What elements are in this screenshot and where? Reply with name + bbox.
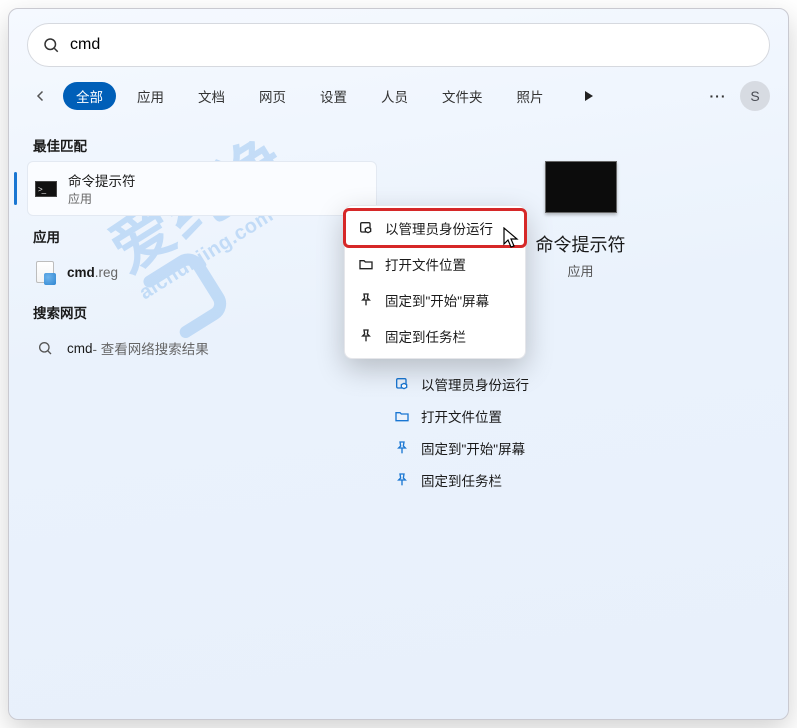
results-panel: 最佳匹配 命令提示符 应用 应用 cmd.reg 搜索网页 [9, 119, 379, 711]
ctx-pin-start[interactable]: 固定到"开始"屏幕 [345, 282, 525, 318]
tab-folders[interactable]: 文件夹 [429, 82, 496, 110]
action-label: 固定到任务栏 [421, 470, 502, 490]
search-input[interactable] [70, 36, 755, 54]
ctx-open-location[interactable]: 打开文件位置 [345, 246, 525, 282]
web-result-suffix: - 查看网络搜索结果 [93, 338, 209, 358]
tab-apps[interactable]: 应用 [124, 82, 177, 110]
ctx-label: 固定到"开始"屏幕 [385, 290, 489, 310]
web-header: 搜索网页 [27, 292, 377, 328]
tab-people[interactable]: 人员 [368, 82, 421, 110]
folder-icon [357, 255, 375, 273]
best-match-result[interactable]: 命令提示符 应用 [27, 161, 377, 216]
action-pin-start[interactable]: 固定到"开始"屏幕 [387, 432, 782, 464]
best-match-title: 命令提示符 [68, 170, 136, 190]
context-menu: 以管理员身份运行 打开文件位置 固定到"开始"屏幕 固定到任务栏 [344, 205, 526, 359]
back-button[interactable] [27, 82, 55, 110]
action-label: 固定到"开始"屏幕 [421, 438, 525, 458]
app-result-name: cmd [67, 265, 95, 280]
web-result[interactable]: cmd - 查看网络搜索结果 [27, 328, 377, 368]
action-run-as-admin[interactable]: 以管理员身份运行 [387, 368, 782, 400]
best-match-header: 最佳匹配 [27, 125, 377, 161]
web-result-term: cmd [67, 341, 93, 356]
action-open-location[interactable]: 打开文件位置 [387, 400, 782, 432]
action-label: 以管理员身份运行 [421, 374, 529, 394]
tab-docs[interactable]: 文档 [185, 82, 238, 110]
tab-all[interactable]: 全部 [63, 82, 116, 110]
more-options-button[interactable]: ··· [704, 82, 732, 110]
apps-header: 应用 [27, 216, 377, 252]
tabs-row: 全部 应用 文档 网页 设置 人员 文件夹 照片 ··· S [9, 67, 788, 119]
action-pin-taskbar[interactable]: 固定到任务栏 [387, 464, 782, 496]
pin-icon [357, 291, 375, 309]
pin-icon [357, 327, 375, 345]
preview-app-icon [545, 161, 617, 213]
tab-web[interactable]: 网页 [246, 82, 299, 110]
shield-icon [357, 219, 375, 237]
search-icon [42, 36, 60, 54]
pin-icon [393, 439, 411, 457]
folder-icon [393, 407, 411, 425]
action-label: 打开文件位置 [421, 406, 502, 426]
tab-photos[interactable]: 照片 [504, 82, 557, 110]
search-window: 爱纯净 aichunjing.com 全部 应用 文档 网页 设置 人员 文件夹… [8, 8, 789, 720]
shield-icon [393, 375, 411, 393]
search-icon [33, 336, 57, 360]
cmd-icon [34, 177, 58, 201]
best-match-subtitle: 应用 [68, 190, 136, 207]
ctx-label: 以管理员身份运行 [385, 218, 493, 238]
reg-file-icon [33, 260, 57, 284]
preview-actions: 以管理员身份运行 打开文件位置 固定到"开始"屏幕 [379, 368, 782, 496]
ctx-pin-taskbar[interactable]: 固定到任务栏 [345, 318, 525, 354]
ctx-label: 打开文件位置 [385, 254, 466, 274]
avatar[interactable]: S [740, 81, 770, 111]
more-tabs-button[interactable] [575, 82, 603, 110]
app-result-ext: .reg [95, 265, 118, 280]
pin-icon [393, 471, 411, 489]
search-bar[interactable] [27, 23, 770, 67]
ctx-label: 固定到任务栏 [385, 326, 466, 346]
tab-settings[interactable]: 设置 [307, 82, 360, 110]
app-result-cmdreg[interactable]: cmd.reg [27, 252, 377, 292]
ctx-run-as-admin[interactable]: 以管理员身份运行 [345, 210, 525, 246]
cursor-icon [503, 227, 521, 251]
